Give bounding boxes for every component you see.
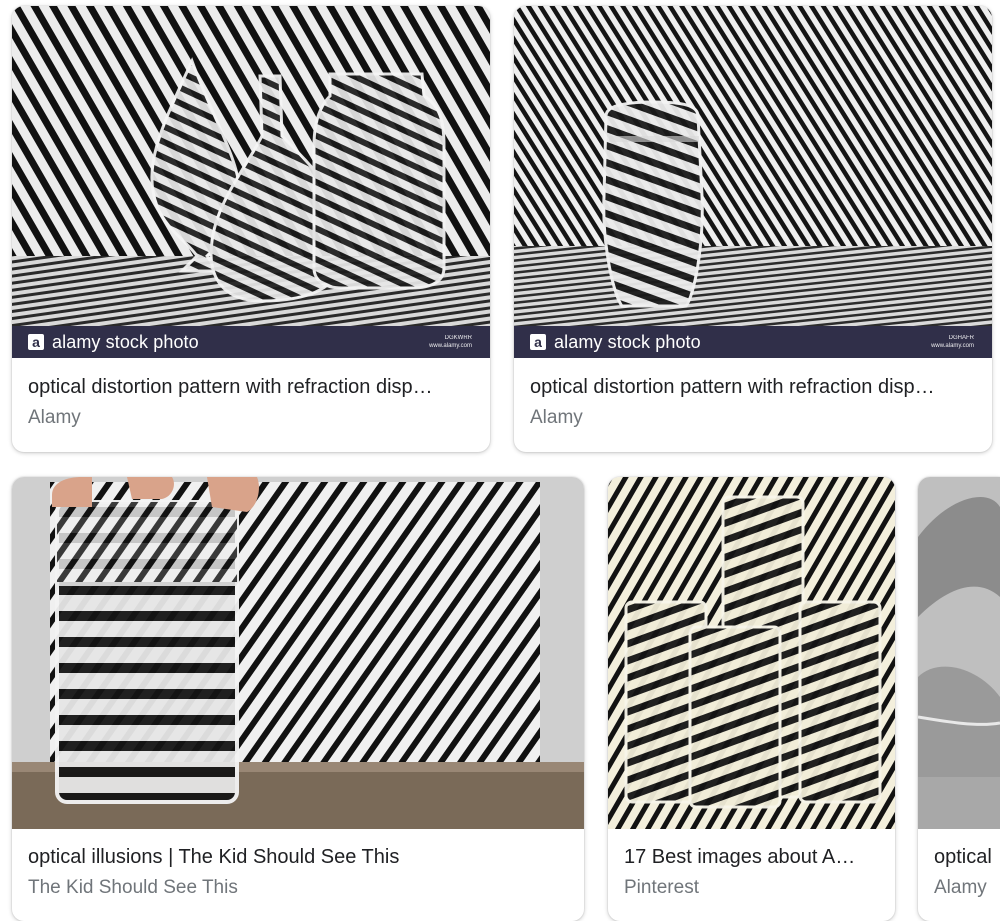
result-title[interactable]: optical illusions | The Kid Should See T… (28, 846, 568, 869)
result-source[interactable]: Pinterest (624, 877, 699, 899)
watermark-code: DGKWRR www.alamy.com (429, 335, 472, 349)
watermark-code: DGHAFR www.alamy.com (931, 335, 974, 349)
alamy-logo: a (28, 334, 44, 350)
watermark-bar: a alamy stock photo DGHAFR www.alamy.com (514, 326, 992, 358)
result-thumbnail[interactable]: a alamy stock photo DGHAFR www.alamy.com (514, 6, 992, 358)
image-result-card-2[interactable]: a alamy stock photo DGHAFR www.alamy.com… (514, 6, 992, 452)
result-thumbnail[interactable] (12, 477, 584, 829)
result-thumbnail[interactable]: a alamy stock photo DGKWRR www.alamy.com (12, 6, 490, 358)
image-result-card-4[interactable]: 17 Best images about A… Pinterest (608, 477, 895, 921)
image-result-card-3[interactable]: optical illusions | The Kid Should See T… (12, 477, 584, 921)
result-title[interactable]: optical distortion pattern with refracti… (530, 376, 976, 399)
watermark-text: alamy stock photo (52, 331, 199, 352)
image-result-card-5[interactable]: optical Alamy (918, 477, 1000, 921)
result-thumbnail[interactable] (608, 477, 895, 829)
result-title[interactable]: optical (934, 846, 992, 869)
result-source[interactable]: Alamy (28, 407, 81, 429)
result-title[interactable]: 17 Best images about A… (624, 846, 879, 869)
result-source[interactable]: Alamy (934, 877, 987, 899)
image-result-card-1[interactable]: a alamy stock photo DGKWRR www.alamy.com… (12, 6, 490, 452)
alamy-logo: a (530, 334, 546, 350)
watermark-text: alamy stock photo (554, 331, 701, 352)
result-source[interactable]: Alamy (530, 407, 583, 429)
watermark-bar: a alamy stock photo DGKWRR www.alamy.com (12, 326, 490, 358)
result-title[interactable]: optical distortion pattern with refracti… (28, 376, 474, 399)
result-source[interactable]: The Kid Should See This (28, 877, 238, 899)
result-thumbnail[interactable] (918, 477, 1000, 829)
